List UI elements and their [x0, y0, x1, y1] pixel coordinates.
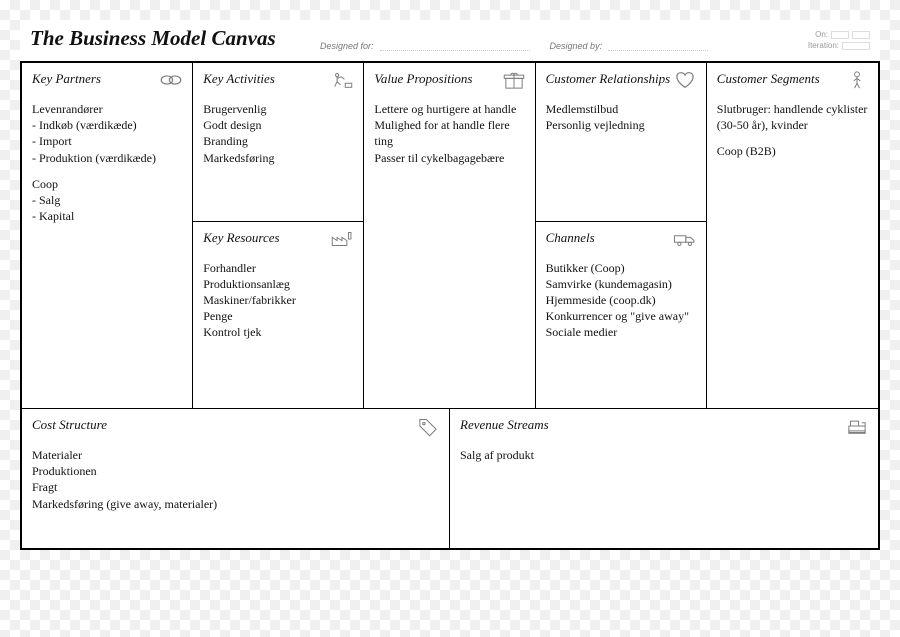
designed-by-label: Designed by:	[550, 41, 603, 51]
activity-icon	[329, 69, 355, 91]
on-label: On:	[815, 30, 828, 39]
block-body: MaterialerProduktionenFragtMarkedsføring…	[32, 447, 439, 512]
block-body: Slutbruger: handlende cyklister (30-50 å…	[717, 101, 868, 160]
block-body: Levenrandører- Indkøb (værdikæde)- Impor…	[32, 101, 182, 224]
iteration-label: Iteration:	[808, 41, 839, 50]
block-key-resources: Key Resources ForhandlerProduktionsanlæg…	[193, 222, 363, 408]
block-body: MedlemstilbudPersonlig vejledning	[546, 101, 696, 133]
person-icon	[844, 69, 870, 91]
header: The Business Model Canvas Designed for: …	[20, 20, 880, 61]
block-title: Revenue Streams	[460, 417, 868, 433]
block-body: Lettere og hurtigere at handleMulighed f…	[374, 101, 524, 166]
block-title: Cost Structure	[32, 417, 439, 433]
block-channels: Channels Butikker (Coop)Samvirke (kundem…	[536, 222, 706, 408]
block-cost-structure: Cost Structure MaterialerProduktionenFra…	[22, 409, 450, 548]
block-key-partners: Key Partners Levenrandører- Indkøb (værd…	[22, 63, 192, 408]
link-icon	[158, 69, 184, 91]
designed-by: Designed by:	[550, 39, 709, 51]
heart-icon	[672, 69, 698, 91]
gift-icon	[501, 69, 527, 91]
block-body: Butikker (Coop)Samvirke (kundemagasin)Hj…	[546, 260, 696, 341]
tag-icon	[415, 415, 441, 437]
designed-by-slot	[608, 39, 708, 51]
designed-for: Designed for:	[320, 39, 530, 51]
block-customer-relationships: Customer Relationships MedlemstilbudPers…	[536, 63, 706, 222]
business-model-canvas: Key Partners Levenrandører- Indkøb (værd…	[20, 61, 880, 550]
block-key-activities: Key Activities BrugervenligGodt designBr…	[193, 63, 363, 222]
block-body: BrugervenligGodt designBrandingMarkedsfø…	[203, 101, 353, 166]
page-title: The Business Model Canvas	[30, 26, 300, 51]
canvas-sheet: The Business Model Canvas Designed for: …	[20, 20, 880, 550]
designed-for-slot	[380, 39, 530, 51]
designed-for-label: Designed for:	[320, 41, 374, 51]
block-body: Salg af produkt	[460, 447, 868, 463]
factory-icon	[329, 228, 355, 250]
truck-icon	[672, 228, 698, 250]
block-customer-segments: Customer Segments Slutbruger: handlende …	[707, 63, 878, 408]
header-meta-right: On: Iteration:	[808, 29, 870, 51]
block-revenue-streams: Revenue Streams Salg af produkt	[450, 409, 878, 548]
block-value-propositions: Value Propositions Lettere og hurtigere …	[364, 63, 534, 408]
cash-register-icon	[844, 415, 870, 437]
block-body: ForhandlerProduktionsanlægMaskiner/fabri…	[203, 260, 353, 341]
